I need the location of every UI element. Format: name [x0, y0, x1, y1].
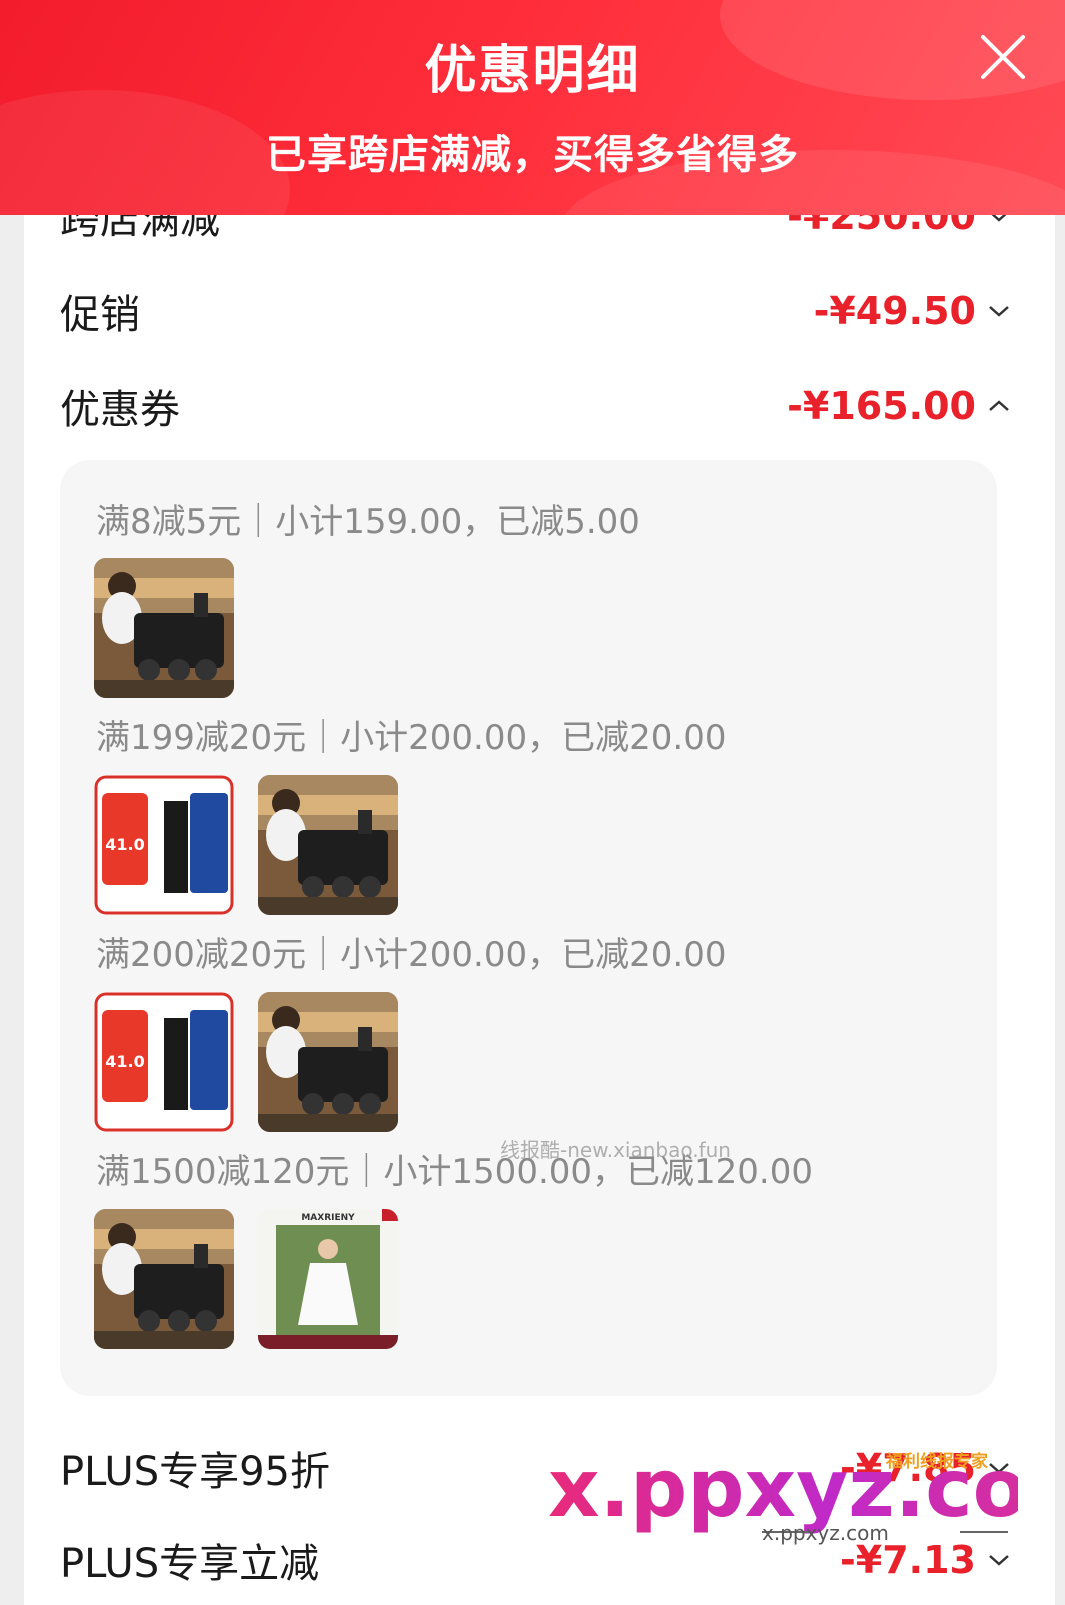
chevron-down-icon[interactable]: [988, 304, 1010, 318]
coupon-group-title: 满199减20元｜小计200.00，已减20.00: [96, 718, 727, 758]
product-thumb-dress[interactable]: MAXRIENY: [258, 1209, 398, 1349]
product-thumb-train-toy[interactable]: [258, 992, 398, 1132]
row-label: 优惠券: [60, 387, 180, 433]
page-title: 优惠明细: [424, 41, 641, 101]
row-label: PLUS专享95折: [60, 1449, 330, 1495]
product-thumb-train-toy[interactable]: [94, 1209, 234, 1349]
coupon-detail-panel: 满8减5元｜小计159.00，已减5.00 满199减20元｜小计200.00，…: [60, 460, 997, 1396]
row-label: 促销: [60, 292, 140, 338]
logo-tag: 福利线报专家: [886, 1452, 988, 1472]
close-icon[interactable]: [978, 32, 1028, 82]
row-label: PLUS专享立减: [60, 1541, 320, 1587]
product-thumb-train-toy[interactable]: [258, 775, 398, 915]
watermark-text: 线报酷-new.xianbao.fun: [500, 1138, 731, 1162]
logo-domain: x.ppxyz.com: [762, 1521, 889, 1545]
coupon-group-title: 满200减20元｜小计200.00，已减20.00: [96, 935, 727, 975]
brand-text: MAXRIENY: [301, 1213, 355, 1223]
product-thumb-train-toy[interactable]: [94, 558, 234, 698]
page-subtitle: 已享跨店满减，买得多省得多: [266, 132, 799, 178]
product-thumb-coffee[interactable]: 41.0: [94, 775, 234, 915]
promo-price-text: 41.0: [105, 1052, 144, 1071]
row-amount: -¥49.50: [813, 289, 976, 333]
discount-detail-header: 优惠明细 已享跨店满减，买得多省得多: [0, 0, 1065, 215]
promo-price-text: 41.0: [105, 835, 144, 854]
coupon-group-title: 满8减5元｜小计159.00，已减5.00: [96, 502, 640, 542]
product-thumb-coffee[interactable]: 41.0: [94, 992, 234, 1132]
row-coupon[interactable]: 优惠券 -¥165.00: [60, 376, 1010, 436]
chevron-up-icon[interactable]: [988, 399, 1010, 413]
row-amount: -¥165.00: [787, 384, 976, 428]
row-promotion[interactable]: 促销 -¥49.50: [60, 281, 1010, 341]
